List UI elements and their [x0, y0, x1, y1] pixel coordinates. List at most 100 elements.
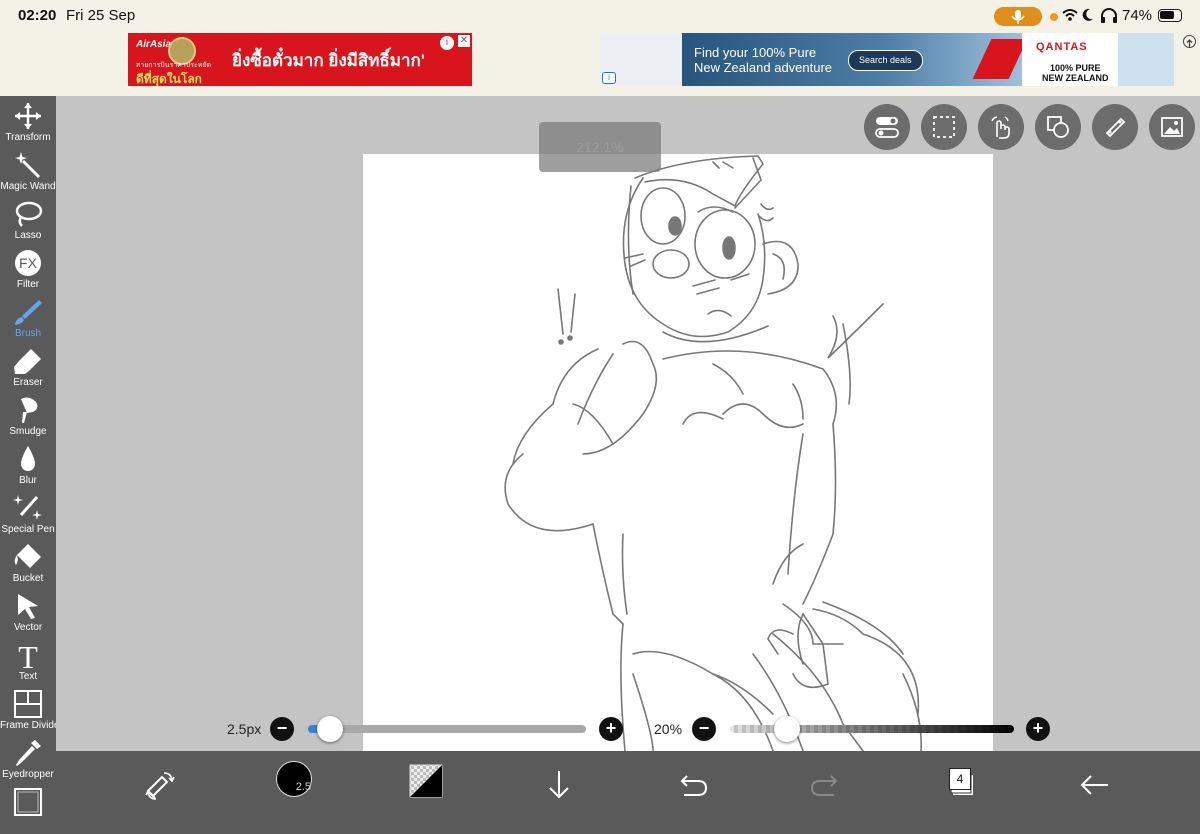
ad-options-icon[interactable]	[1183, 35, 1196, 48]
image-icon	[1161, 117, 1183, 137]
ad1-brand: AirAsia	[136, 39, 172, 50]
download-icon	[549, 771, 569, 799]
transform-icon	[15, 103, 41, 129]
layers-count: 4	[949, 768, 971, 790]
tool-bucket[interactable]: Bucket	[0, 539, 56, 587]
ad2-hero: Find your 100% Pure New Zealand adventur…	[682, 33, 1028, 86]
opacity-knob[interactable]	[773, 716, 800, 742]
tool-special-pen[interactable]: Special Pen	[0, 490, 56, 538]
color-swatch[interactable]	[408, 763, 448, 803]
wifi-icon	[1062, 9, 1078, 21]
tool-text[interactable]: T Text	[0, 637, 56, 685]
bottom-toolbar: 2.5 4	[56, 751, 1200, 834]
ruler-icon	[1105, 117, 1126, 138]
sketch-artwork	[504, 155, 922, 751]
tool-label: Brush	[14, 328, 42, 339]
qantas-ad[interactable]: Find your 100% Pure New Zealand adventur…	[600, 33, 1174, 86]
status-time: 02:20	[18, 7, 57, 24]
redo-button[interactable]	[806, 765, 846, 805]
gesture-icon	[991, 116, 1010, 139]
brush-size-track[interactable]	[308, 725, 586, 733]
tool-magic-wand[interactable]: Magic Wand	[0, 147, 56, 195]
tool-sidebar: Transform Magic Wand Lasso FX Filter Bru…	[0, 96, 63, 834]
tool-filter[interactable]: FX Filter	[0, 245, 56, 293]
toggle-button[interactable]	[864, 104, 910, 150]
swap-tools-icon	[145, 772, 175, 800]
tool-label: Bucket	[12, 573, 44, 584]
tool-vector[interactable]: Vector	[0, 588, 56, 636]
tool-frame-divider[interactable]: Frame Divider	[0, 686, 63, 734]
brush-size-knob[interactable]	[317, 716, 344, 742]
opacity-plus-button[interactable]: +	[1026, 717, 1050, 741]
tool-label: Smudge	[9, 426, 47, 437]
tool-brush[interactable]: Brush	[0, 294, 56, 342]
brush-size-label: 2.5px	[227, 721, 262, 737]
tool-canvas[interactable]	[0, 784, 56, 832]
back-button[interactable]	[1074, 765, 1114, 805]
tool-label: Vector	[13, 622, 43, 633]
tool-label: Lasso	[14, 230, 42, 241]
tool-transform[interactable]: Transform	[0, 98, 56, 146]
image-button[interactable]	[1149, 104, 1195, 150]
moon-icon	[1082, 8, 1093, 21]
search-deals-button[interactable]: Search deals	[848, 50, 923, 71]
brush-size-plus-button[interactable]: +	[599, 717, 623, 741]
opacity-track[interactable]	[730, 725, 1014, 733]
brush-size-icon[interactable]: 2.5	[276, 761, 312, 797]
tool-blur[interactable]: Blur	[0, 441, 56, 489]
ad2-line1: Find your 100% Pure	[694, 45, 817, 60]
battery-percent: 74%	[1122, 7, 1153, 24]
selection-button[interactable]	[921, 104, 967, 150]
ad1-headline: ยิ่งซื้อตั๋วมาก ยิ่งมีสิทธิ์มาก'	[232, 51, 425, 70]
shapes-icon	[1047, 116, 1069, 138]
privacy-dot	[1050, 13, 1058, 21]
tool-smudge[interactable]: Smudge	[0, 392, 56, 440]
vector-icon	[18, 594, 38, 619]
ad1-sub2: ดีที่สุดในโลก	[136, 72, 202, 86]
undo-button[interactable]	[672, 765, 712, 805]
redo-icon	[810, 775, 838, 796]
shapes-button[interactable]	[1035, 104, 1081, 150]
ruler-button[interactable]	[1092, 104, 1138, 150]
color-swatch-icon	[409, 764, 443, 798]
brush-size-value: 2.5	[295, 781, 311, 793]
battery-fill	[1160, 11, 1174, 19]
blur-icon	[21, 446, 35, 471]
fx-icon: FX	[15, 250, 41, 276]
opacity-label: 20%	[654, 721, 683, 737]
nz-pure-logo: 100% PURE NEW ZEALAND	[1042, 63, 1109, 83]
status-bar: 02:20 Fri 25 Sep 74%	[0, 0, 1200, 32]
tool-label: Special Pen	[1, 524, 55, 535]
tool-label: Magic Wand	[0, 181, 56, 192]
download-button[interactable]	[539, 765, 579, 805]
canvas-workspace[interactable]: 212.1% 2.5px − + 20% − +	[56, 96, 1200, 751]
ad-close-icon[interactable]: ✕	[458, 35, 470, 47]
qantas-wordmark: QANTAS	[1036, 41, 1088, 53]
ad-info-icon[interactable]: i	[602, 72, 616, 84]
tool-label: Eraser	[13, 377, 43, 388]
magic-wand-icon	[15, 152, 41, 179]
tool-lasso[interactable]: Lasso	[0, 196, 56, 244]
mic-icon	[994, 7, 1042, 26]
swap-tools-button[interactable]	[140, 765, 180, 805]
ad-info-icon[interactable]: i	[440, 36, 454, 50]
brush-icon	[15, 300, 42, 325]
airasia-ad[interactable]: AirAsia สายการบินราคาประหยัด ดีที่สุดในโ…	[128, 33, 472, 86]
gesture-button[interactable]	[978, 104, 1024, 150]
pure-line1: 100% PURE	[1049, 63, 1101, 73]
kangaroo-tail-icon	[972, 39, 1028, 79]
headphones-icon	[1101, 8, 1117, 23]
undo-icon	[680, 775, 708, 796]
opacity-minus-button[interactable]: −	[692, 717, 716, 741]
eyedropper-icon	[16, 740, 41, 766]
tool-eyedropper[interactable]: Eyedropper	[0, 735, 56, 783]
tool-eraser[interactable]: Eraser	[0, 343, 56, 391]
battery-icon	[1158, 9, 1182, 22]
canvas-icon	[14, 788, 42, 816]
bucket-icon	[14, 544, 41, 568]
tool-label: Blur	[19, 475, 37, 486]
drawing-canvas[interactable]	[363, 154, 993, 751]
brush-size-minus-button[interactable]: −	[270, 717, 294, 741]
text-icon: T	[18, 641, 38, 669]
smudge-icon	[21, 397, 38, 423]
